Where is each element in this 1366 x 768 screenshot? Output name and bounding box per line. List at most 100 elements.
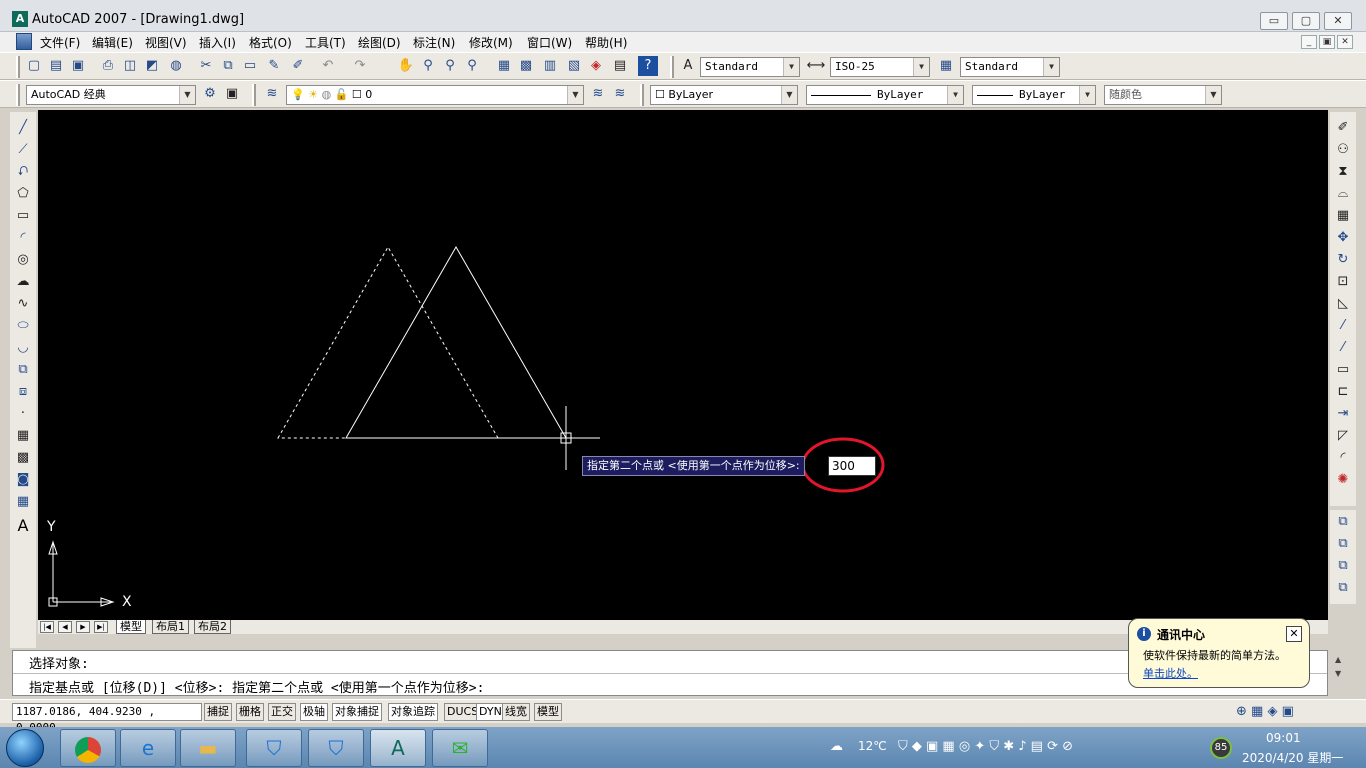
publish-icon[interactable]: ◩ — [142, 56, 162, 76]
zoom-window-icon[interactable]: ⚲ — [440, 56, 460, 76]
undo-icon[interactable]: ↶ — [318, 56, 338, 76]
table-icon[interactable]: ▦ — [13, 492, 33, 512]
osnap-toggle[interactable]: 对象捕捉 — [332, 703, 382, 721]
3d-dwf-icon[interactable]: ◍ — [166, 56, 186, 76]
block-editor-icon[interactable]: ✐ — [288, 56, 308, 76]
pan-realtime-icon[interactable]: ✋ — [396, 56, 416, 76]
join-icon[interactable]: ⇥ — [1333, 404, 1353, 424]
send-under-icon[interactable]: ⧉ — [1333, 578, 1353, 598]
dyn-toggle[interactable]: DYN — [476, 703, 505, 721]
sheet-set-icon[interactable]: ▧ — [564, 56, 584, 76]
scroll-up-icon[interactable]: ▲ — [1335, 655, 1341, 664]
offset-icon[interactable]: ⌓ — [1333, 184, 1353, 204]
bring-to-front-icon[interactable]: ⧉ — [1333, 512, 1353, 532]
new-file-icon[interactable]: ▢ — [24, 56, 44, 76]
tool-palettes-icon[interactable]: ▥ — [540, 56, 560, 76]
mdi-close-button[interactable]: ✕ — [1337, 35, 1353, 49]
trim-icon[interactable]: ⁄ — [1333, 316, 1353, 336]
fillet-icon[interactable]: ◜ — [1333, 448, 1353, 468]
toolbar-grip[interactable] — [640, 84, 644, 106]
snap-toggle[interactable]: 捕捉 — [204, 703, 232, 721]
drawing-canvas[interactable]: Y X 指定第二个点或 <使用第一个点作为位移>: 300 — [38, 110, 1328, 620]
menu-format[interactable]: 格式(O) — [249, 34, 292, 51]
rotate-icon[interactable]: ↻ — [1333, 250, 1353, 270]
security-app2-taskbar-button[interactable]: ⛉ — [308, 729, 364, 767]
gradient-icon[interactable]: ▩ — [13, 448, 33, 468]
status-tray-icons[interactable]: ⊕ ▦ ◈ ▣ — [1236, 704, 1294, 719]
last-tab-icon[interactable]: ▶| — [94, 621, 108, 633]
workspace-select[interactable]: AutoCAD 经典 ▼ — [26, 85, 196, 105]
extend-icon[interactable]: ⁄ — [1333, 338, 1353, 358]
construction-line-icon[interactable]: ⟋ — [13, 140, 33, 160]
match-properties-icon[interactable]: ✎ — [264, 56, 284, 76]
clock-date[interactable]: 2020/4/20 星期一 — [1242, 749, 1343, 766]
next-tab-icon[interactable]: ▶ — [76, 621, 90, 633]
revision-cloud-icon[interactable]: ☁ — [13, 272, 33, 292]
wechat-taskbar-button[interactable]: ✉ — [432, 729, 488, 767]
workspace-settings-icon[interactable]: ⚙ — [200, 84, 220, 104]
balloon-link[interactable]: 单击此处。 — [1143, 665, 1198, 681]
toolbar-grip[interactable] — [16, 56, 20, 78]
toolbar-grip[interactable] — [252, 84, 256, 106]
polyline-icon[interactable]: ⮏ — [13, 162, 33, 182]
insert-block-icon[interactable]: ⧉ — [13, 360, 33, 380]
mirror-icon[interactable]: ⧗ — [1333, 162, 1353, 182]
plot-preview-icon[interactable]: ◫ — [120, 56, 140, 76]
explorer-taskbar-button[interactable]: ▬ — [180, 729, 236, 767]
make-block-icon[interactable]: ⧈ — [13, 382, 33, 402]
zoom-realtime-icon[interactable]: ⚲ — [418, 56, 438, 76]
bring-above-icon[interactable]: ⧉ — [1333, 556, 1353, 576]
tab-layout1[interactable]: 布局1 — [152, 620, 189, 634]
scroll-down-icon[interactable]: ▼ — [1335, 669, 1341, 678]
lineweight-toggle[interactable]: 线宽 — [502, 703, 530, 721]
weather-icon[interactable]: ☁ — [830, 739, 843, 754]
region-icon[interactable]: ◙ — [13, 470, 33, 490]
paste-icon[interactable]: ▭ — [240, 56, 260, 76]
tray-icons[interactable]: ⛉ ◆ ▣ ▦ ◎ ✦ ⛉ ✱ ♪ ▤ ⟳ ⊘ — [898, 739, 1073, 754]
plot-icon[interactable]: ⎙ — [98, 56, 118, 76]
layer-manager-icon[interactable]: ≋ — [262, 84, 282, 104]
layer-previous-icon[interactable]: ≋ — [610, 84, 630, 104]
dynamic-input-field[interactable]: 300 — [828, 456, 876, 476]
toolbar-grip[interactable] — [16, 84, 20, 106]
hatch-icon[interactable]: ▦ — [13, 426, 33, 446]
break-icon[interactable]: ⊏ — [1333, 382, 1353, 402]
ie-taskbar-button[interactable]: e — [120, 729, 176, 767]
table-style-select[interactable]: Standard ▼ — [960, 57, 1060, 77]
stretch-icon[interactable]: ◺ — [1333, 294, 1353, 314]
redo-icon[interactable]: ↷ — [350, 56, 370, 76]
text-style-select[interactable]: Standard ▼ — [700, 57, 800, 77]
rectangle-icon[interactable]: ▭ — [13, 206, 33, 226]
copy-icon[interactable]: ⧉ — [218, 56, 238, 76]
menu-file[interactable]: 文件(F) — [40, 34, 80, 51]
tab-model[interactable]: 模型 — [116, 620, 146, 634]
copy-object-icon[interactable]: ⚇ — [1333, 140, 1353, 160]
break-at-point-icon[interactable]: ▭ — [1333, 360, 1353, 380]
coordinate-display[interactable]: 1187.0186, 404.9230 , 0.0000 — [12, 703, 202, 734]
menu-view[interactable]: 视图(V) — [145, 34, 187, 51]
menu-modify[interactable]: 修改(M) — [469, 34, 513, 51]
menu-tools[interactable]: 工具(T) — [305, 34, 346, 51]
design-center-icon[interactable]: ▩ — [516, 56, 536, 76]
autocad-taskbar-button[interactable]: A — [370, 729, 426, 767]
send-to-back-icon[interactable]: ⧉ — [1333, 534, 1353, 554]
tab-layout2[interactable]: 布局2 — [194, 620, 231, 634]
performance-badge[interactable]: 85 — [1210, 737, 1232, 759]
dimension-style-select[interactable]: ISO-25 ▼ — [830, 57, 930, 77]
zoom-previous-icon[interactable]: ⚲ — [462, 56, 482, 76]
polygon-icon[interactable]: ⬠ — [13, 184, 33, 204]
layer-select[interactable]: 💡 ☀ ◍ 🔓 ☐ 0 ▼ — [286, 85, 584, 105]
quickcalc-icon[interactable]: ▤ — [610, 56, 630, 76]
dimension-style-icon[interactable]: ⟷ — [806, 56, 826, 76]
grid-toggle[interactable]: 栅格 — [236, 703, 264, 721]
menu-draw[interactable]: 绘图(D) — [358, 34, 401, 51]
close-button[interactable]: ✕ — [1324, 12, 1352, 30]
menu-edit[interactable]: 编辑(E) — [92, 34, 133, 51]
autocad-app-icon[interactable]: A — [12, 11, 28, 27]
linetype-control-select[interactable]: ByLayer ▼ — [806, 85, 964, 105]
multiline-text-icon[interactable]: A — [13, 516, 33, 536]
line-icon[interactable]: ╱ — [13, 118, 33, 138]
chrome-taskbar-button[interactable] — [60, 729, 116, 767]
maximize-button[interactable]: ▢ — [1292, 12, 1320, 30]
circle-icon[interactable]: ◎ — [13, 250, 33, 270]
